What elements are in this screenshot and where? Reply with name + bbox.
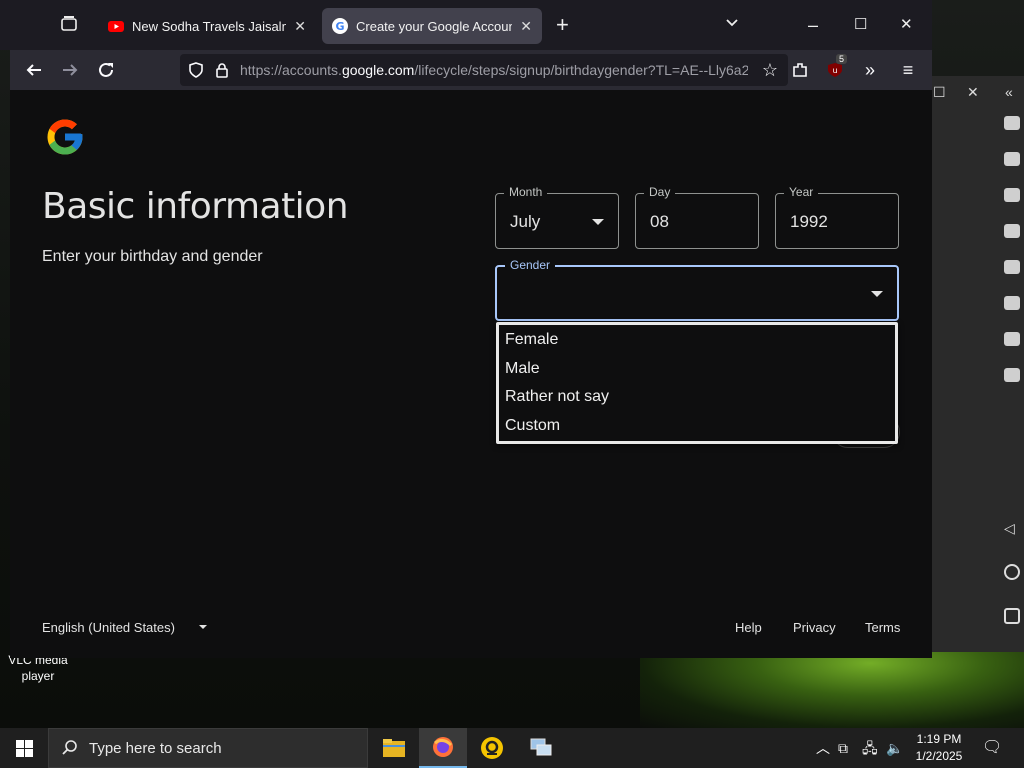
- dropdown-caret-icon: [871, 291, 883, 297]
- tab-manager-icon[interactable]: [60, 14, 78, 37]
- close-window-icon[interactable]: ✕: [900, 14, 913, 36]
- screenshot-icon[interactable]: [1004, 260, 1020, 274]
- close-icon[interactable]: ✕: [967, 84, 979, 101]
- show-hidden-icons-chevron[interactable]: ︿: [816, 740, 830, 756]
- gender-options-list: Female Male Rather not say Custom: [496, 322, 898, 444]
- google-icon: G: [332, 18, 348, 34]
- home-icon[interactable]: [1004, 564, 1020, 580]
- bookmark-star-icon[interactable]: ☆: [758, 58, 782, 82]
- gender-option-male[interactable]: Male: [499, 355, 895, 384]
- svg-text:G: G: [335, 20, 344, 33]
- search-placeholder: Type here to search: [89, 739, 222, 757]
- hamburger-menu-icon[interactable]: ≡: [896, 58, 920, 82]
- back-arrow-icon[interactable]: [22, 58, 46, 82]
- close-tab-icon[interactable]: ✕: [520, 18, 532, 35]
- gender-label: Gender: [505, 258, 556, 272]
- extension-badge: 5: [836, 54, 848, 64]
- firefox-icon[interactable]: [419, 728, 467, 768]
- app-launcher-icon[interactable]: [468, 728, 516, 768]
- speaker-muted-icon[interactable]: 🔈: [886, 740, 903, 756]
- tab-youtube[interactable]: New Sodha Travels Jaisalmer To ✕: [98, 8, 316, 44]
- more-icon[interactable]: [1004, 368, 1020, 382]
- search-icon: [62, 740, 77, 755]
- chevron-down-icon[interactable]: [724, 14, 740, 36]
- collapse-icon[interactable]: «: [1005, 84, 1013, 100]
- help-link[interactable]: Help: [735, 620, 762, 635]
- clock-date: 1/2/2025: [915, 749, 963, 763]
- url-bar[interactable]: https://accounts.google.com/lifecycle/st…: [180, 54, 788, 86]
- notifications-icon[interactable]: 🗨: [982, 740, 1002, 756]
- network-status-icon[interactable]: ⧉: [838, 740, 848, 756]
- background-window[interactable]: ☐ ✕ « ◁: [930, 76, 1024, 652]
- recents-icon[interactable]: [1004, 608, 1020, 624]
- volume-down-icon[interactable]: [1004, 224, 1020, 238]
- day-input[interactable]: Day 08: [635, 185, 759, 249]
- system-clock[interactable]: 1:19 PM 1/2/2025: [908, 731, 970, 765]
- minimize-icon[interactable]: –: [808, 14, 818, 36]
- youtube-icon: [108, 21, 124, 32]
- overflow-chevron-icon[interactable]: »: [858, 58, 882, 82]
- language-caret-icon[interactable]: [199, 625, 207, 629]
- tab-strip: New Sodha Travels Jaisalmer To ✕ G Creat…: [0, 0, 932, 50]
- extensions-icon[interactable]: [788, 58, 812, 82]
- google-logo-icon: [47, 119, 83, 155]
- day-label: Day: [644, 185, 676, 199]
- month-value: July: [510, 212, 541, 231]
- back-icon[interactable]: ◁: [1004, 520, 1020, 536]
- lock-icon[interactable]: [210, 58, 234, 82]
- ublock-extension-icon[interactable]: u 5: [824, 54, 848, 82]
- tab-title: New Sodha Travels Jaisalmer To: [132, 18, 286, 34]
- gender-option-rather-not-say[interactable]: Rather not say: [499, 383, 895, 412]
- ethernet-icon[interactable]: 🖧: [862, 740, 878, 756]
- add-icon[interactable]: [1004, 332, 1020, 346]
- month-label: Month: [504, 185, 548, 199]
- year-value: 1992: [790, 212, 828, 231]
- emulator-toolbar: [1000, 116, 1024, 404]
- tab-google-account[interactable]: G Create your Google Account ✕: [322, 8, 542, 44]
- gender-option-female[interactable]: Female: [499, 326, 895, 355]
- location-icon[interactable]: [1004, 296, 1020, 310]
- terms-link[interactable]: Terms: [865, 620, 900, 635]
- gender-select[interactable]: Gender: [495, 258, 899, 321]
- taskbar-search[interactable]: Type here to search: [48, 728, 368, 768]
- url-domain: google.com: [341, 62, 415, 78]
- tracking-shield-icon[interactable]: [184, 58, 208, 82]
- start-button[interactable]: [0, 728, 48, 768]
- vlc-label-line2: player: [21, 669, 55, 683]
- maximize-icon[interactable]: ☐: [933, 84, 946, 101]
- privacy-link[interactable]: Privacy: [793, 620, 836, 635]
- file-explorer-icon[interactable]: [370, 728, 418, 768]
- tab-title: Create your Google Account: [356, 18, 513, 34]
- windows-logo-icon: [15, 739, 33, 757]
- svg-text:u: u: [832, 66, 837, 75]
- keyboard-icon[interactable]: [1004, 152, 1020, 166]
- day-value: 08: [650, 212, 669, 231]
- year-label: Year: [784, 185, 819, 199]
- network-computers-icon[interactable]: [517, 728, 565, 768]
- forward-arrow-icon[interactable]: [58, 58, 82, 82]
- clock-time: 1:19 PM: [916, 732, 962, 746]
- close-tab-icon[interactable]: ✕: [294, 18, 306, 35]
- month-select[interactable]: Month July: [495, 185, 619, 249]
- url-path: /lifecycle/steps/signup/birthdaygender?T…: [414, 62, 748, 78]
- maximize-icon[interactable]: ☐: [854, 14, 867, 36]
- new-tab-icon[interactable]: +: [556, 14, 569, 36]
- browser-toolbar: https://accounts.google.com/lifecycle/st…: [10, 50, 932, 90]
- year-input[interactable]: Year 1992: [775, 185, 899, 249]
- reload-icon[interactable]: [94, 58, 118, 82]
- gender-option-custom[interactable]: Custom: [499, 412, 895, 441]
- language-select[interactable]: English (United States): [42, 620, 175, 635]
- signup-page: Basic information Enter your birthday an…: [10, 90, 932, 658]
- dropdown-caret-icon: [592, 219, 604, 225]
- page-subtitle: Enter your birthday and gender: [42, 248, 263, 265]
- page-title: Basic information: [42, 186, 349, 227]
- camera-icon[interactable]: [1004, 116, 1020, 130]
- windows-taskbar: Type here to search ︿ ⧉ 🖧 🔈 1:19 PM 1/2/…: [0, 728, 1024, 768]
- url-prefix: https://accounts.: [240, 62, 342, 78]
- url-text: https://accounts.google.com/lifecycle/st…: [240, 62, 748, 80]
- volume-up-icon[interactable]: [1004, 188, 1020, 202]
